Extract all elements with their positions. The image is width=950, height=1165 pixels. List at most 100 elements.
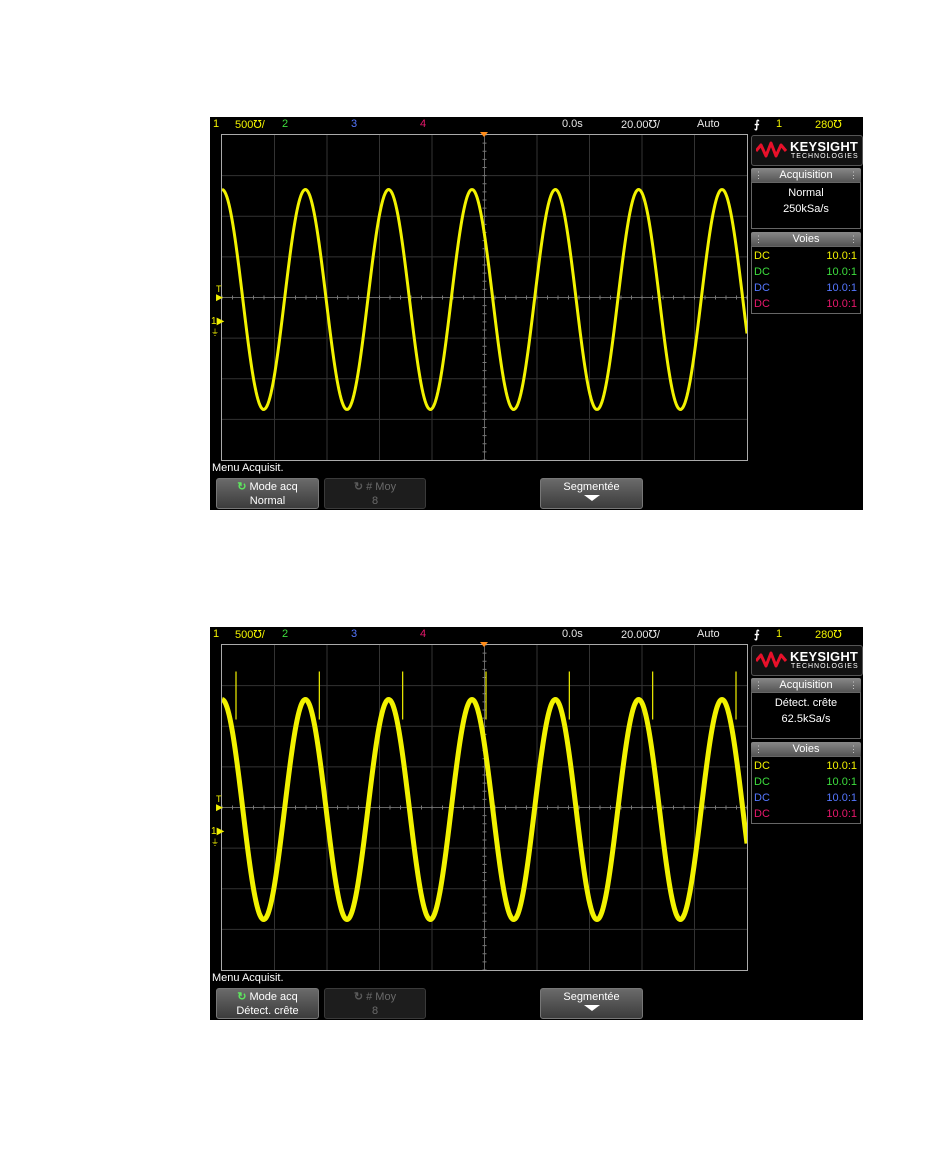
channel-row-4: DC 10.0:1 [752, 296, 860, 312]
voies-header-label: Voies [792, 743, 820, 755]
rotate-knob-icon: ↻ [237, 481, 247, 493]
channel-coupling: DC [754, 266, 770, 278]
channel-3-label[interactable]: 3 [351, 118, 357, 130]
channel-probe-ratio: 10.0:1 [826, 792, 857, 804]
keysight-logo: KEYSIGHT TECHNOLOGIES [751, 645, 863, 676]
channel-coupling: DC [754, 776, 770, 788]
softkey-label: # Moy [366, 991, 397, 1003]
channel-list: DC 10.0:1 DC 10.0:1 DC 10.0:1 DC 10.0:1 [751, 246, 861, 314]
channel-2-label[interactable]: 2 [282, 118, 288, 130]
channel-1-scale[interactable]: 500℧/ [235, 628, 265, 641]
logo-brand: KEYSIGHT [790, 139, 859, 154]
acquisition-mode: Normal [788, 187, 824, 199]
drag-handle-icon: ⋮ [754, 680, 763, 690]
trigger-source[interactable]: 1 [776, 628, 782, 640]
segmented-softkey[interactable]: Segmentée [540, 988, 643, 1019]
drag-handle-icon: ⋮ [849, 234, 858, 244]
sample-rate: 250kSa/s [783, 203, 829, 215]
softkey-label: Mode acq [249, 991, 298, 1003]
trigger-level-marker[interactable]: T ▶ [216, 795, 223, 812]
submenu-arrow-icon [583, 495, 600, 501]
acquisition-header[interactable]: ⋮ Acquisition ⋮ [751, 168, 861, 182]
acquisition-header-label: Acquisition [779, 169, 833, 181]
trigger-level-marker[interactable]: T ▶ [216, 285, 223, 302]
oscilloscope-screen-normal: 1 500℧/ 2 3 4 0.0s 20.00℧/ Auto ⨍ 1 280℧… [210, 117, 863, 510]
voies-header[interactable]: ⋮ Voies ⋮ [751, 742, 861, 756]
trigger-edge-icon: ⨍ [754, 629, 760, 641]
drag-handle-icon: ⋮ [754, 170, 763, 180]
channel-probe-ratio: 10.0:1 [826, 266, 857, 278]
timebase-readout[interactable]: 20.00℧/ [621, 628, 660, 641]
softkey-label: # Moy [366, 481, 397, 493]
rotate-knob-icon: ↻ [353, 481, 364, 493]
softkey-value: Normal [249, 495, 286, 507]
drag-handle-icon: ⋮ [754, 234, 763, 244]
voies-header-label: Voies [792, 233, 820, 245]
trigger-mode[interactable]: Auto [697, 118, 720, 130]
channel-1-label[interactable]: 1 [213, 628, 219, 640]
softkey-label: Segmentée [563, 991, 620, 1003]
trigger-level[interactable]: 280℧ [815, 118, 842, 131]
voies-header[interactable]: ⋮ Voies ⋮ [751, 232, 861, 246]
channel-list: DC 10.0:1 DC 10.0:1 DC 10.0:1 DC 10.0:1 [751, 756, 861, 824]
channel-4-label[interactable]: 4 [420, 628, 426, 640]
channel-1-label[interactable]: 1 [213, 118, 219, 130]
softkey-value: 8 [371, 495, 379, 507]
channel-coupling: DC [754, 760, 770, 772]
channel-row-4: DC 10.0:1 [752, 806, 860, 822]
delay-readout[interactable]: 0.0s [562, 628, 583, 640]
acquisition-header[interactable]: ⋮ Acquisition ⋮ [751, 678, 861, 692]
channel-1-scale[interactable]: 500℧/ [235, 118, 265, 131]
channel-row-3: DC 10.0:1 [752, 280, 860, 296]
channel-probe-ratio: 10.0:1 [826, 776, 857, 788]
drag-handle-icon: ⋮ [849, 170, 858, 180]
trigger-source[interactable]: 1 [776, 118, 782, 130]
softkey-label: Mode acq [249, 481, 298, 493]
acquisition-mode-softkey[interactable]: ↻ Mode acq Détect. crête [216, 988, 319, 1019]
channel-1-ground-marker[interactable]: 1▶ ⏚ [211, 316, 224, 338]
averages-softkey[interactable]: ↻ # Moy 8 [324, 478, 426, 509]
trigger-position-icon[interactable] [480, 642, 488, 647]
drag-handle-icon: ⋮ [754, 744, 763, 754]
channel-probe-ratio: 10.0:1 [826, 760, 857, 772]
acquisition-mode: Détect. crête [774, 697, 838, 709]
drag-handle-icon: ⋮ [849, 680, 858, 690]
channel-3-label[interactable]: 3 [351, 628, 357, 640]
acquisition-header-label: Acquisition [779, 679, 833, 691]
channel-1-waveform [222, 671, 747, 922]
keysight-wave-icon [756, 651, 788, 668]
trigger-mode[interactable]: Auto [697, 628, 720, 640]
channel-1-ground-marker[interactable]: 1▶ ⏚ [211, 826, 224, 848]
trigger-level[interactable]: 280℧ [815, 628, 842, 641]
rotate-knob-icon: ↻ [237, 991, 247, 1003]
channel-2-label[interactable]: 2 [282, 628, 288, 640]
logo-subtitle: TECHNOLOGIES [791, 663, 859, 670]
channel-row-3: DC 10.0:1 [752, 790, 860, 806]
keysight-wave-icon [756, 141, 788, 158]
softkey-value: Détect. crête [236, 1005, 299, 1017]
trigger-edge-icon: ⨍ [754, 119, 760, 131]
status-bar: 1 500℧/ 2 3 4 0.0s 20.00℧/ Auto ⨍ 1 280℧ [210, 117, 863, 134]
status-bar: 1 500℧/ 2 3 4 0.0s 20.00℧/ Auto ⨍ 1 280℧ [210, 627, 863, 644]
timebase-readout[interactable]: 20.00℧/ [621, 118, 660, 131]
channel-row-1: DC 10.0:1 [752, 758, 860, 774]
channel-probe-ratio: 10.0:1 [826, 298, 857, 310]
oscilloscope-screen-peak-detect: 1 500℧/ 2 3 4 0.0s 20.00℧/ Auto ⨍ 1 280℧… [210, 627, 863, 1020]
channel-coupling: DC [754, 282, 770, 294]
logo-subtitle: TECHNOLOGIES [791, 153, 859, 160]
delay-readout[interactable]: 0.0s [562, 118, 583, 130]
channel-probe-ratio: 10.0:1 [826, 808, 857, 820]
rotate-knob-icon: ↻ [353, 991, 364, 1003]
waveform-graticule[interactable] [221, 134, 748, 461]
segmented-softkey[interactable]: Segmentée [540, 478, 643, 509]
acquisition-info: Détect. crête 62.5kSa/s [751, 692, 861, 739]
sample-rate: 62.5kSa/s [781, 713, 831, 725]
drag-handle-icon: ⋮ [849, 744, 858, 754]
trigger-position-icon[interactable] [480, 132, 488, 137]
averages-softkey[interactable]: ↻ # Moy 8 [324, 988, 426, 1019]
menu-title: Menu Acquisit. [212, 462, 284, 474]
menu-title: Menu Acquisit. [212, 972, 284, 984]
acquisition-mode-softkey[interactable]: ↻ Mode acq Normal [216, 478, 319, 509]
waveform-graticule[interactable] [221, 644, 748, 971]
channel-4-label[interactable]: 4 [420, 118, 426, 130]
